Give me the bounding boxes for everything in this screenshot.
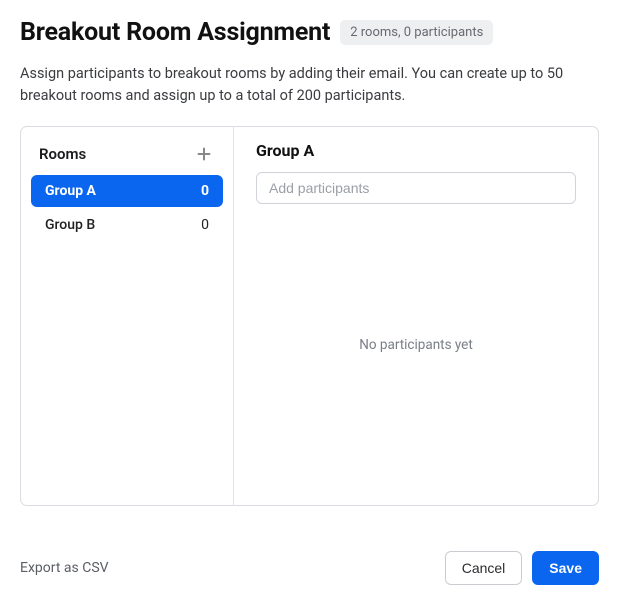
add-participants-input[interactable] [256,172,576,204]
description-text: Assign participants to breakout rooms by… [20,63,580,108]
summary-badge: 2 rooms, 0 participants [340,20,493,45]
footer-actions: Cancel Save [445,551,599,585]
room-item-group-a[interactable]: Group A 0 [31,175,223,207]
header-row: Breakout Room Assignment 2 rooms, 0 part… [20,18,599,47]
page-title: Breakout Room Assignment [20,18,330,47]
room-item-count: 0 [201,217,209,233]
footer-row: Export as CSV Cancel Save [20,551,599,585]
detail-column: Group A No participants yet [234,127,598,505]
rooms-column: Rooms Group A 0 Group B 0 [21,127,234,505]
room-item-group-b[interactable]: Group B 0 [31,209,223,241]
plus-icon [196,146,212,162]
room-item-name: Group B [45,217,95,233]
room-list: Group A 0 Group B 0 [31,175,223,241]
selected-room-heading: Group A [256,141,576,160]
cancel-button[interactable]: Cancel [445,551,523,585]
empty-state: No participants yet [256,204,576,487]
rooms-heading: Rooms [39,145,86,163]
rooms-header: Rooms [31,139,223,175]
assignment-panel: Rooms Group A 0 Group B 0 Group A No par… [20,126,599,506]
save-button[interactable]: Save [532,551,599,585]
add-room-button[interactable] [193,143,215,165]
room-item-count: 0 [201,183,209,199]
export-csv-link[interactable]: Export as CSV [20,560,109,576]
empty-state-text: No participants yet [359,337,473,353]
room-item-name: Group A [45,183,96,199]
